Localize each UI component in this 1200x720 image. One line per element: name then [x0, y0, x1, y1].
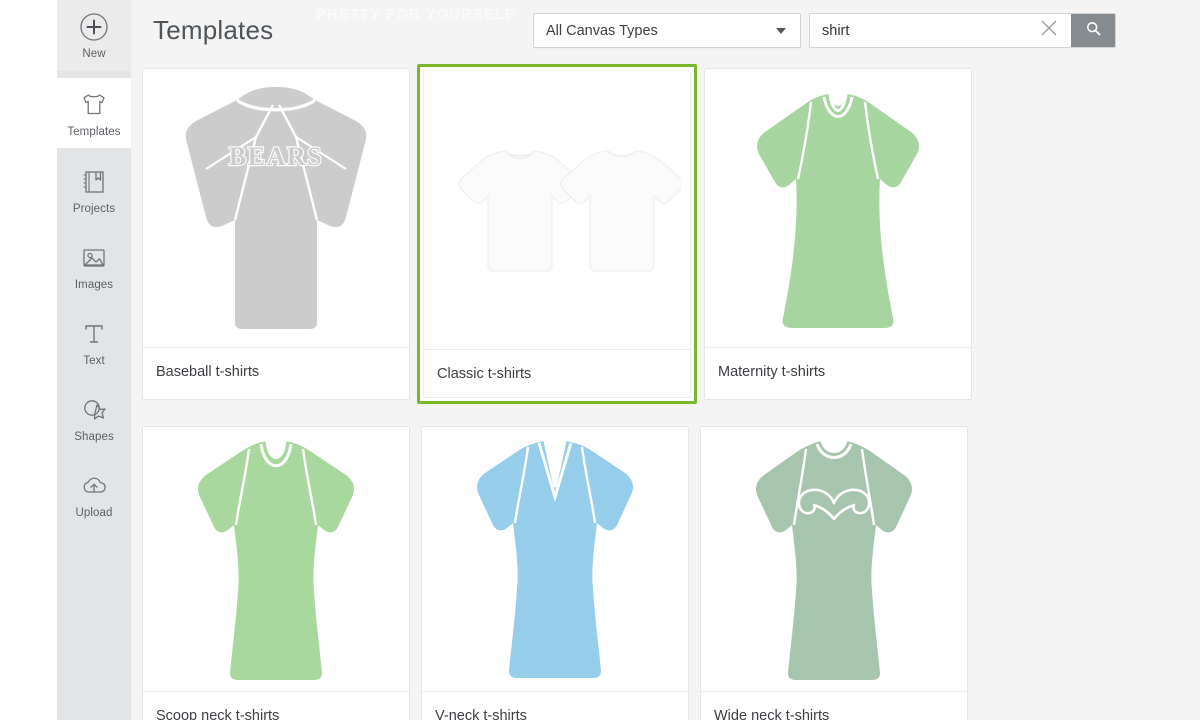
template-thumbnail: [422, 427, 688, 691]
maternity-tee-art: [757, 93, 919, 328]
sidebar-item-new[interactable]: New: [57, 0, 131, 71]
canvas-type-selected-label: All Canvas Types: [546, 22, 658, 39]
baseball-tee-art: BEARS: [185, 87, 367, 329]
plus-circle-icon: [77, 10, 111, 44]
template-card-label: V-neck t-shirts: [422, 691, 688, 720]
page-title: Templates: [153, 15, 274, 45]
image-icon: [77, 241, 111, 275]
template-grid: BEARS Baseball t-shirts Classic t-shirts…: [131, 61, 1200, 720]
shapes-star-icon: [77, 393, 111, 427]
vneck-tee-art: [477, 440, 633, 678]
app-root: New Templates Projects Images Text Shape…: [0, 0, 1200, 720]
sidebar-item-label: Text: [83, 354, 105, 367]
classic-tees-art: [458, 150, 681, 272]
search-bar: [809, 13, 1116, 48]
template-card-classic-selected[interactable]: Classic t-shirts: [417, 64, 697, 404]
search-icon: [1085, 20, 1102, 42]
sidebar-item-text[interactable]: Text: [57, 307, 131, 377]
template-card-wide-neck[interactable]: Wide neck t-shirts: [700, 426, 968, 720]
template-card-scoop-neck[interactable]: Scoop neck t-shirts: [142, 426, 410, 720]
template-thumbnail: [701, 427, 967, 691]
template-card-label: Wide neck t-shirts: [701, 691, 967, 720]
notebook-icon: [77, 165, 111, 199]
header: Templates PRETTY FOR YOURSELF All Canvas…: [131, 0, 1200, 61]
scoop-tee-art: [198, 440, 354, 680]
template-thumbnail: [705, 69, 971, 347]
template-thumbnail: [424, 71, 690, 349]
sidebar-item-label: New: [82, 48, 106, 61]
sidebar-item-templates[interactable]: Templates: [57, 78, 131, 148]
template-card-label: Baseball t-shirts: [143, 347, 409, 395]
sidebar-item-shapes[interactable]: Shapes: [57, 383, 131, 453]
sidebar-item-label: Shapes: [74, 430, 114, 443]
template-card-label: Classic t-shirts: [424, 349, 690, 397]
canvas-type-dropdown[interactable]: All Canvas Types: [533, 13, 801, 48]
search-submit-button[interactable]: [1071, 14, 1115, 47]
template-thumbnail: [143, 427, 409, 691]
sidebar-item-label: Images: [74, 278, 114, 291]
template-thumbnail: BEARS: [143, 69, 409, 347]
left-gutter: [0, 0, 57, 720]
tshirt-icon: [77, 88, 111, 122]
sidebar-item-label: Templates: [67, 125, 121, 138]
close-x-icon: [1038, 17, 1060, 44]
wideneck-tee-art: [756, 440, 912, 680]
cloud-upload-icon: [77, 469, 111, 503]
search-input[interactable]: [810, 14, 1027, 47]
template-card-maternity[interactable]: Maternity t-shirts: [704, 68, 972, 400]
sidebar-item-projects[interactable]: Projects: [57, 155, 131, 225]
text-t-icon: [77, 317, 111, 351]
template-row: Scoop neck t-shirts V-neck t-shirts Wide…: [142, 426, 1200, 720]
ghost-watermark-text: PRETTY FOR YOURSELF: [316, 6, 516, 23]
search-clear-button[interactable]: [1027, 14, 1071, 47]
sidebar-item-upload[interactable]: Upload: [57, 459, 131, 529]
chevron-down-icon: [776, 27, 786, 34]
sidebar: New Templates Projects Images Text Shape…: [57, 0, 131, 720]
sidebar-item-images[interactable]: Images: [57, 231, 131, 301]
baseball-print-text: BEARS: [229, 142, 323, 171]
template-card-inner: Classic t-shirts: [423, 70, 691, 398]
template-card-v-neck[interactable]: V-neck t-shirts: [421, 426, 689, 720]
sidebar-item-label: Projects: [72, 202, 116, 215]
template-card-label: Maternity t-shirts: [705, 347, 971, 395]
template-row: BEARS Baseball t-shirts Classic t-shirts…: [142, 64, 1200, 404]
template-card-baseball[interactable]: BEARS Baseball t-shirts: [142, 68, 410, 400]
template-card-label: Scoop neck t-shirts: [143, 691, 409, 720]
main-content: Templates PRETTY FOR YOURSELF All Canvas…: [131, 0, 1200, 720]
sidebar-item-label: Upload: [75, 506, 113, 519]
